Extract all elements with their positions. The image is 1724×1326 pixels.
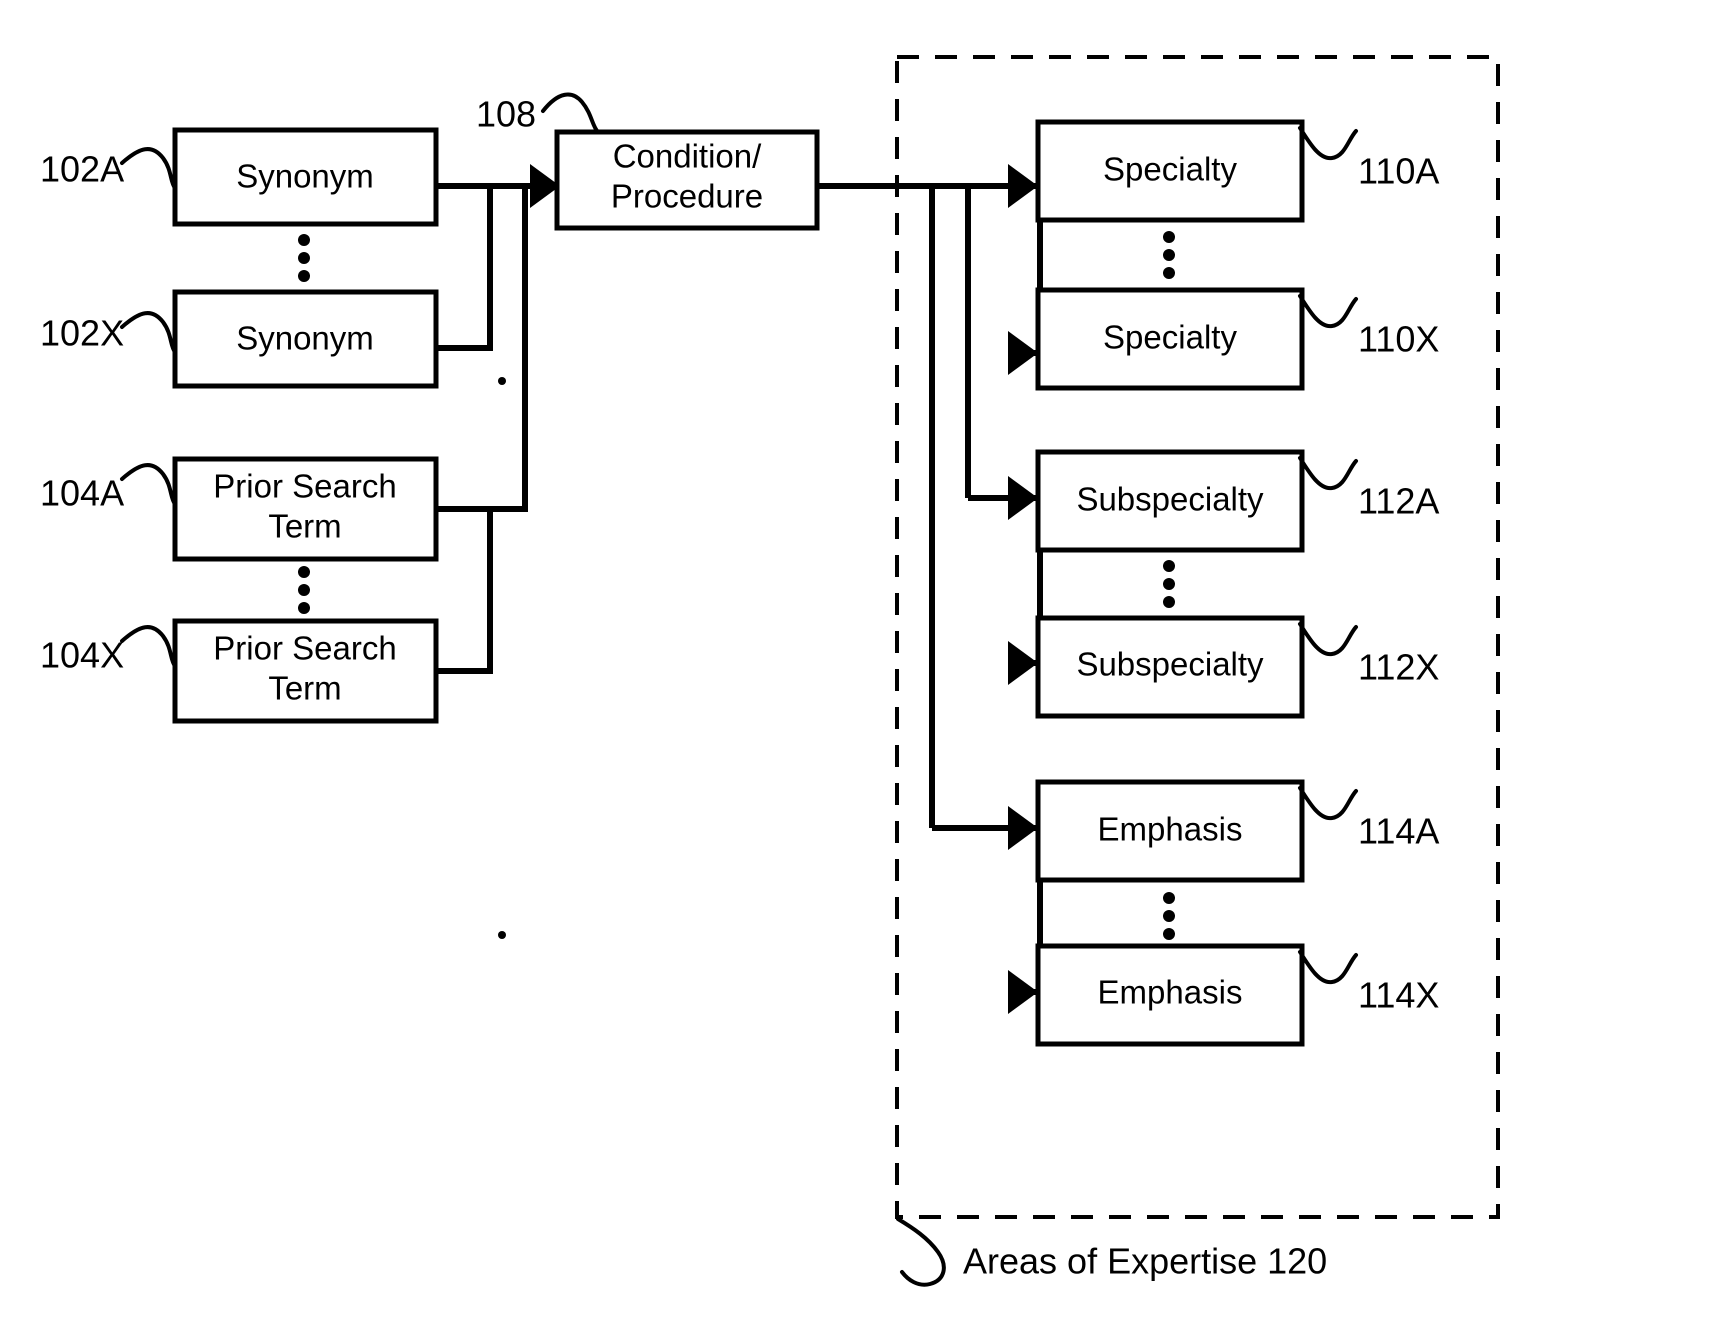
leader-112a-icon	[1298, 456, 1358, 491]
vertical-ellipsis-icon-emphasis	[1163, 892, 1175, 940]
leader-104a-icon	[120, 463, 177, 506]
scan-speckle-2	[498, 931, 506, 939]
leader-112x-icon	[1298, 622, 1358, 657]
arrow-into-emphasis-a-icon	[1008, 806, 1038, 850]
diagram-svg: Synonym Synonym Prior Search Term Prior …	[40, 55, 1500, 1287]
areas-of-expertise-caption: Areas of Expertise 120	[963, 1241, 1327, 1282]
ref-110x: 110X	[1358, 319, 1439, 360]
node-synonym-a-label: Synonym	[236, 158, 374, 195]
ref-102x: 102X	[40, 313, 124, 354]
ref-104a: 104A	[40, 473, 124, 514]
ref-104x: 104X	[40, 635, 124, 676]
arrow-into-subspecialty-x-icon	[1008, 641, 1038, 685]
node-specialty-a-label: Specialty	[1103, 151, 1237, 188]
ref-110a: 110A	[1358, 151, 1439, 192]
node-prior-search-term-x-label-line1: Prior Search	[213, 630, 396, 667]
leader-114a-icon	[1298, 786, 1358, 821]
node-emphasis-a-label: Emphasis	[1098, 811, 1243, 848]
wire-prior-search-x-out	[436, 509, 493, 674]
node-subspecialty-a-label: Subspecialty	[1076, 481, 1264, 518]
vertical-ellipsis-icon-subspecialty	[1163, 560, 1175, 608]
ref-102a: 102A	[40, 149, 124, 190]
node-prior-search-term-a-label-line1: Prior Search	[213, 468, 396, 505]
vertical-ellipsis-icon-synonym	[298, 234, 310, 282]
ref-112x: 112X	[1358, 647, 1439, 688]
patent-figure-canvas: Synonym Synonym Prior Search Term Prior …	[0, 0, 1724, 1326]
vertical-ellipsis-icon-specialty	[1163, 231, 1175, 279]
node-condition-procedure-label-line2: Procedure	[611, 178, 763, 215]
leader-114x-icon	[1298, 950, 1358, 985]
leader-108-icon	[541, 92, 600, 134]
scan-speckle-1	[498, 377, 506, 385]
ref-112a: 112A	[1358, 481, 1439, 522]
node-synonym-x-label: Synonym	[236, 320, 374, 357]
leader-102a-icon	[120, 147, 177, 190]
node-condition-procedure-label-line1: Condition/	[613, 138, 762, 175]
arrow-into-emphasis-x-icon	[1008, 970, 1038, 1014]
vertical-ellipsis-icon-prior-search	[298, 566, 310, 614]
arrow-into-specialty-a-icon	[1008, 164, 1038, 208]
ref-108: 108	[476, 94, 536, 135]
leader-104x-icon	[120, 625, 177, 668]
node-emphasis-x-label: Emphasis	[1098, 974, 1243, 1011]
node-specialty-x-label: Specialty	[1103, 319, 1237, 356]
leader-areas-of-expertise-icon	[896, 1217, 946, 1287]
wire-synonym-x-out	[436, 189, 493, 351]
ref-114a: 114A	[1358, 811, 1439, 852]
arrow-into-subspecialty-a-icon	[1008, 476, 1038, 520]
node-prior-search-term-a-label-line2: Term	[268, 508, 341, 545]
leader-110x-icon	[1298, 294, 1358, 329]
arrow-into-specialty-x-icon	[1008, 331, 1038, 375]
leader-102x-icon	[120, 311, 177, 354]
ref-114x: 114X	[1358, 975, 1439, 1016]
node-prior-search-term-x-label-line2: Term	[268, 670, 341, 707]
leader-110a-icon	[1298, 126, 1358, 161]
node-subspecialty-x-label: Subspecialty	[1076, 646, 1264, 683]
